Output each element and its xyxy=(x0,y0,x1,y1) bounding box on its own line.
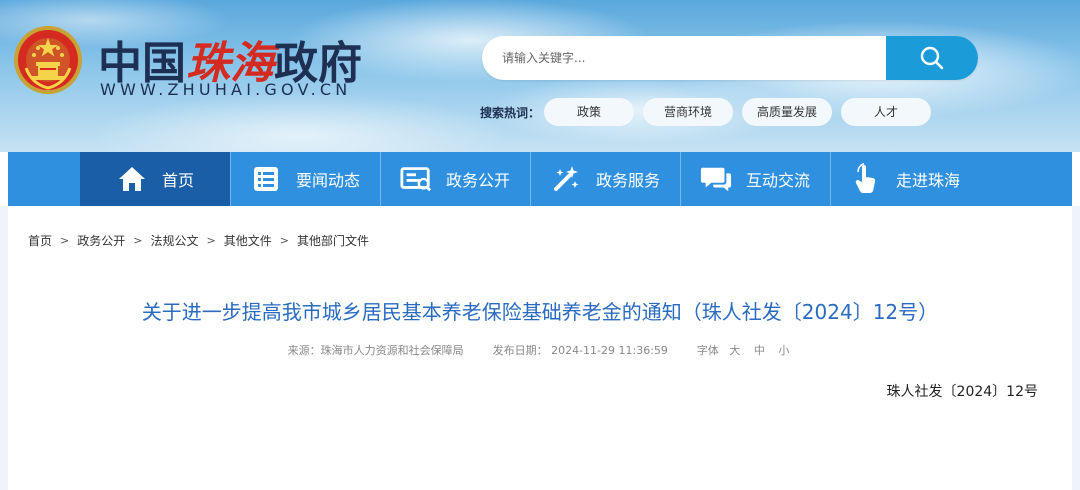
article-publish-date: 发布日期： 2024-11-29 11:36:59 xyxy=(492,344,668,357)
nav-item-interaction[interactable]: 互动交流 xyxy=(680,152,830,206)
font-size-label: 字体 xyxy=(696,344,719,357)
nav-label: 要闻动态 xyxy=(295,171,360,190)
breadcrumb: 首页 > 政务公开 > 法规公文 > 其他文件 > 其他部门文件 xyxy=(28,232,369,249)
nav-label: 互动交流 xyxy=(745,171,810,190)
document-icon xyxy=(400,163,432,195)
breadcrumb-link[interactable]: 其他文件 xyxy=(224,232,272,249)
nav-item-home[interactable]: 首页 xyxy=(80,152,230,206)
article-source: 来源：珠海市人力资源和社会保障局 xyxy=(287,344,464,357)
breadcrumb-link[interactable]: 其他部门文件 xyxy=(297,232,369,249)
font-size-medium-button[interactable]: 中 xyxy=(754,344,765,357)
article-title: 关于进一步提高我市城乡居民基本养老保险基础养老金的通知（珠人社发〔2024〕12… xyxy=(141,300,939,324)
article-meta: 来源：珠海市人力资源和社会保障局 发布日期： 2024-11-29 11:36:… xyxy=(8,342,1072,358)
national-emblem-icon xyxy=(14,26,82,94)
search-box xyxy=(482,36,978,80)
breadcrumb-separator: > xyxy=(60,234,70,247)
breadcrumb-link[interactable]: 政务公开 xyxy=(77,232,125,249)
nav-label: 政务服务 xyxy=(595,171,660,190)
hot-words-label: 搜索热词： xyxy=(480,106,541,120)
chat-icon xyxy=(700,163,732,195)
breadcrumb-link[interactable]: 法规公文 xyxy=(150,232,198,249)
article-container: 首页 > 政务公开 > 法规公文 > 其他文件 > 其他部门文件 关于进一步提高… xyxy=(8,206,1072,490)
site-header: 中国珠海政府 WWW.ZHUHAI.GOV.CN 搜索热词： 政策 营商环境 高… xyxy=(0,0,1080,152)
breadcrumb-separator: > xyxy=(133,234,143,247)
news-list-icon xyxy=(250,163,282,195)
search-input[interactable] xyxy=(482,36,886,80)
nav-label: 走进珠海 xyxy=(895,171,960,190)
nav-item-gov-service[interactable]: 政务服务 xyxy=(530,152,680,206)
service-sparkle-icon xyxy=(550,163,582,195)
hot-word-tag[interactable]: 人才 xyxy=(841,98,931,126)
search-icon xyxy=(920,46,944,70)
breadcrumb-separator: > xyxy=(206,234,216,247)
nav-label: 首页 xyxy=(161,171,194,190)
hot-word-tag[interactable]: 高质量发展 xyxy=(742,98,832,126)
breadcrumb-link[interactable]: 首页 xyxy=(28,232,52,249)
main-nav: 首页 要闻动态 政务公开 政务服务 互动交流 走进珠海 xyxy=(8,152,1072,206)
font-size-large-button[interactable]: 大 xyxy=(729,344,740,357)
home-icon xyxy=(116,163,148,195)
breadcrumb-separator: > xyxy=(279,234,289,247)
font-size-small-button[interactable]: 小 xyxy=(778,344,789,357)
hot-word-tag[interactable]: 政策 xyxy=(544,98,634,126)
site-logo-title[interactable]: 中国 珠海 政府 xyxy=(98,34,362,89)
nav-item-gov-open[interactable]: 政务公开 xyxy=(380,152,530,206)
nav-item-news[interactable]: 要闻动态 xyxy=(230,152,380,206)
pointer-hand-icon xyxy=(850,163,882,195)
search-button[interactable] xyxy=(886,36,978,80)
nav-item-explore-zhuhai[interactable]: 走进珠海 xyxy=(830,152,980,206)
nav-label: 政务公开 xyxy=(445,171,510,190)
site-domain: WWW.ZHUHAI.GOV.CN xyxy=(100,80,352,99)
document-number: 珠人社发〔2024〕12号 xyxy=(886,384,1038,400)
hot-word-tag[interactable]: 营商环境 xyxy=(643,98,733,126)
